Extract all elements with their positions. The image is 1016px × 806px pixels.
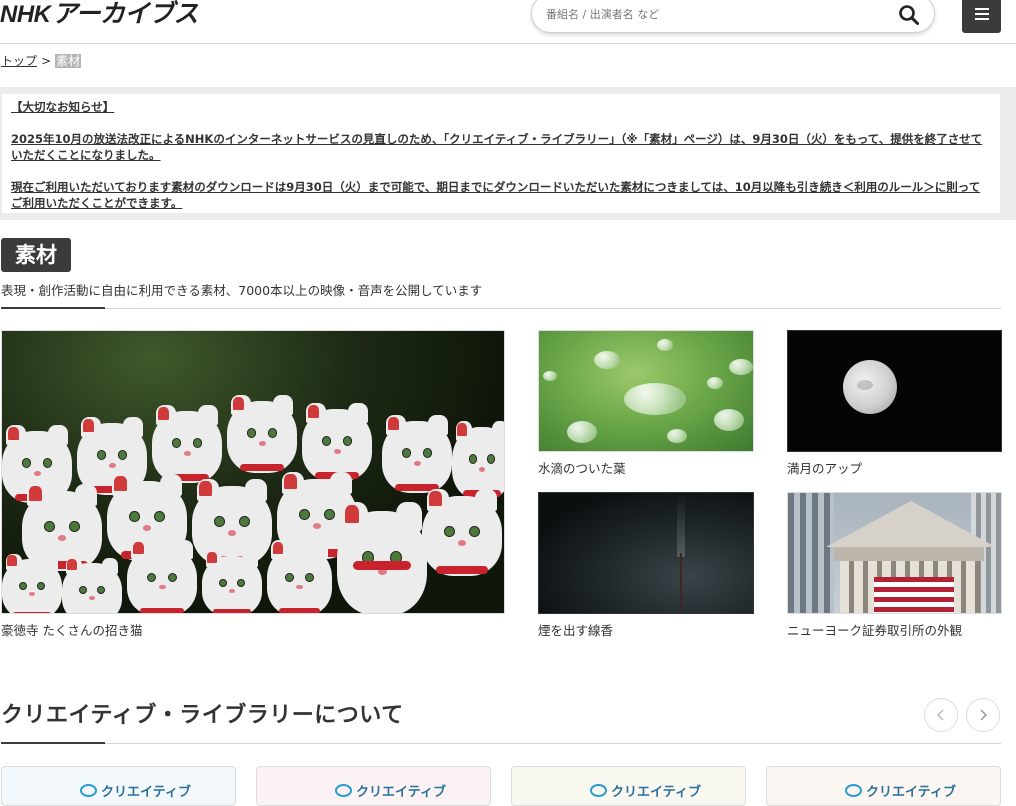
- notice-paragraph-2-link[interactable]: 現在ご利用いただいております素材のダウンロードは9月30日（火）まで可能で、期日…: [11, 180, 980, 210]
- section-description: 表現・創作活動に自由に利用できる素材、7000本以上の映像・音声を公開しています: [1, 283, 483, 298]
- about-divider-accent: [1, 742, 105, 744]
- notice-heading-link[interactable]: 【大切なお知らせ】: [11, 100, 114, 114]
- material-thumbnail: [787, 330, 1002, 452]
- important-notice: 【大切なお知らせ】 2025年10月の放送法改正によるNHKのインターネットサー…: [2, 94, 1000, 213]
- breadcrumb-current: 素材: [55, 54, 82, 68]
- about-card-3[interactable]: クリエイティブ: [511, 766, 746, 806]
- search-input[interactable]: [544, 3, 878, 25]
- menu-button[interactable]: [962, 0, 1001, 33]
- notice-paragraph-1-link[interactable]: 2025年10月の放送法改正によるNHKのインターネットサービスの見直しのため、…: [11, 132, 982, 162]
- about-card-label: クリエイティブ: [80, 781, 191, 801]
- about-card-2[interactable]: クリエイティブ: [256, 766, 491, 806]
- logo-nhk-text: NHK: [0, 1, 51, 28]
- creative-library-icon: [845, 784, 862, 797]
- chevron-right-icon: [980, 709, 988, 721]
- about-card-label: クリエイティブ: [845, 781, 956, 801]
- nhk-archives-logo[interactable]: NHKアーカイブス: [0, 0, 199, 30]
- about-divider: [1, 743, 1001, 744]
- section-divider-accent: [1, 307, 105, 309]
- creative-library-icon: [335, 784, 352, 797]
- material-thumbnail: [1, 330, 505, 614]
- material-thumbnail: [787, 492, 1002, 614]
- site-header: NHKアーカイブス: [0, 0, 1016, 44]
- carousel-prev-button[interactable]: [924, 698, 958, 732]
- search-box: [531, 0, 935, 33]
- carousel-next-button[interactable]: [966, 698, 1000, 732]
- material-card-leaf-droplets[interactable]: 水滴のついた葉: [538, 330, 754, 477]
- breadcrumb-separator: >: [41, 54, 52, 68]
- creative-library-icon: [590, 784, 607, 797]
- material-card-nyse[interactable]: ニューヨーク証券取引所の外観: [787, 492, 1002, 639]
- about-card-label: クリエイティブ: [590, 781, 701, 801]
- material-caption: 煙を出す線香: [538, 623, 614, 638]
- about-card-label: クリエイティブ: [335, 781, 446, 801]
- creative-library-icon: [80, 784, 97, 797]
- section-divider: [1, 308, 1001, 309]
- material-caption: 水滴のついた葉: [538, 461, 626, 476]
- chevron-left-icon: [936, 709, 944, 721]
- about-card-1[interactable]: クリエイティブ: [1, 766, 236, 806]
- material-thumbnail: [538, 492, 754, 614]
- material-thumbnail: [538, 330, 754, 452]
- breadcrumb-top-link[interactable]: トップ: [1, 54, 37, 68]
- about-section-title: クリエイティブ・ライブラリーについて: [1, 703, 404, 728]
- search-icon: [899, 5, 919, 25]
- notice-area: 【大切なお知らせ】 2025年10月の放送法改正によるNHKのインターネットサー…: [0, 87, 1016, 220]
- about-card-4[interactable]: クリエイティブ: [766, 766, 1001, 806]
- material-caption: ニューヨーク証券取引所の外観: [787, 623, 963, 638]
- material-caption: 豪徳寺 たくさんの招き猫: [1, 623, 143, 638]
- material-card-maneki-neko[interactable]: 豪徳寺 たくさんの招き猫: [1, 330, 505, 639]
- material-caption: 満月のアップ: [787, 461, 863, 476]
- section-title: 素材: [1, 238, 71, 272]
- material-card-incense[interactable]: 煙を出す線香: [538, 492, 754, 639]
- logo-archives-text: アーカイブス: [52, 0, 199, 28]
- material-card-full-moon[interactable]: 満月のアップ: [787, 330, 1002, 477]
- search-button[interactable]: [898, 4, 920, 26]
- breadcrumb: トップ > 素材: [1, 52, 82, 69]
